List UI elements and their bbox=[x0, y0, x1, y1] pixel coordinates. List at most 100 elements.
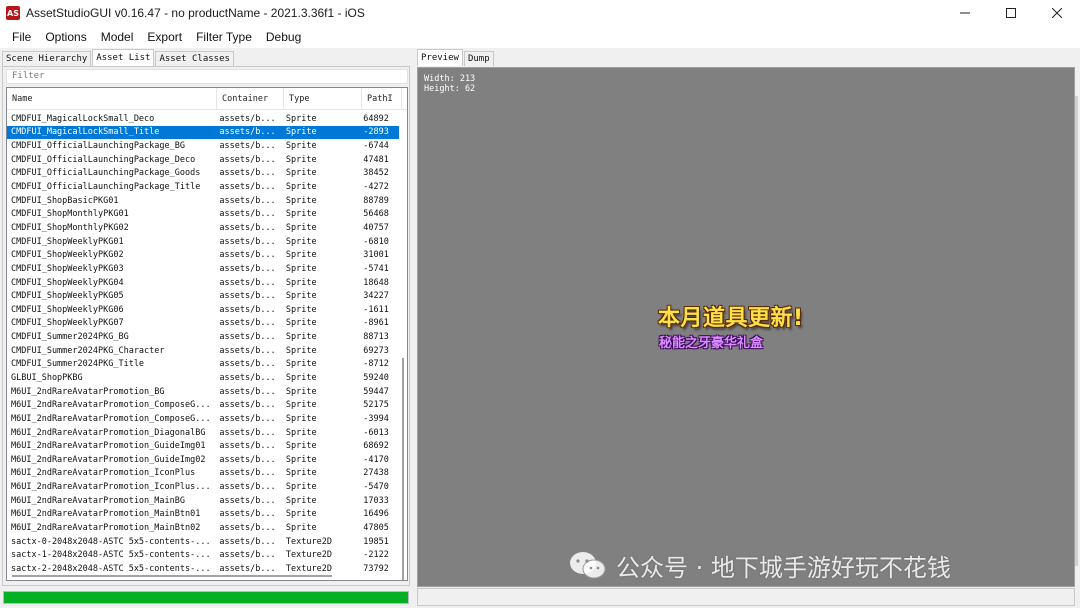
menu-filter-type[interactable]: Filter Type bbox=[189, 26, 259, 48]
cell-type: Sprite bbox=[285, 400, 317, 411]
asset-list[interactable]: Name Container Type PathI CMDFUI_Magical… bbox=[6, 87, 408, 581]
table-row[interactable]: CMDFUI_Summer2024PKG_Title assets/b... Spr… bbox=[7, 358, 399, 372]
cell-pathid: 47481 bbox=[363, 154, 389, 165]
table-row[interactable]: CMDFUI_ShopMonthlyPKG01 assets/b... Sprite… bbox=[7, 207, 399, 221]
vertical-scrollbar[interactable] bbox=[399, 110, 407, 580]
column-header-pathid[interactable]: PathI bbox=[362, 88, 402, 110]
table-row[interactable]: CMDFUI_ShopWeeklyPKG02 assets/b... Sprite 3… bbox=[7, 248, 399, 262]
cell-pathid: 56468 bbox=[363, 209, 389, 220]
table-row[interactable]: M6UI_2ndRareAvatarPromotion_BG assets/b..… bbox=[7, 385, 399, 399]
horizontal-scrollbar[interactable] bbox=[7, 572, 399, 580]
menu-export[interactable]: Export bbox=[140, 26, 189, 48]
tab-dump[interactable]: Dump bbox=[463, 51, 494, 66]
menu-options[interactable]: Options bbox=[38, 26, 93, 48]
close-button[interactable] bbox=[1034, 0, 1080, 26]
table-row[interactable]: CMDFUI_ShopWeeklyPKG03 assets/b... Sprite -… bbox=[7, 262, 399, 276]
cell-container: assets/b... bbox=[219, 195, 276, 206]
table-row[interactable]: CMDFUI_ShopWeeklyPKG05 assets/b... Sprite 3… bbox=[7, 289, 399, 303]
horizontal-scroll-thumb[interactable] bbox=[12, 575, 332, 577]
table-row[interactable]: CMDFUI_ShopWeeklyPKG06 assets/b... Sprite -… bbox=[7, 303, 399, 317]
cell-type: Sprite bbox=[285, 427, 317, 438]
cell-pathid: 34227 bbox=[363, 291, 389, 302]
table-row[interactable]: M6UI_2ndRareAvatarPromotion_IconPlus... a… bbox=[7, 480, 399, 494]
table-row[interactable]: CMDFUI_OfficialLaunchingPackage_BG assets… bbox=[7, 139, 399, 153]
table-row[interactable]: GLBUI_ShopPKBG assets/b... Sprite 59240 bbox=[7, 371, 399, 385]
table-row[interactable]: M6UI_2ndRareAvatarPromotion_GuideImg02 as… bbox=[7, 453, 399, 467]
cell-container: assets/b... bbox=[219, 222, 276, 233]
cell-name: CMDFUI_ShopWeeklyPKG03 bbox=[11, 263, 124, 274]
cell-pathid: 88789 bbox=[363, 195, 389, 206]
cell-pathid: 27438 bbox=[363, 468, 389, 479]
asset-list-panel: Filter Name Container Type PathI CMDFUI_… bbox=[2, 66, 410, 586]
tab-asset-list[interactable]: Asset List bbox=[92, 49, 155, 66]
table-row[interactable]: CMDFUI_OfficialLaunchingPackage_Goods ass… bbox=[7, 167, 399, 181]
table-row[interactable]: CMDFUI_ShopWeeklyPKG04 assets/b... Sprite 1… bbox=[7, 276, 399, 290]
close-icon bbox=[1052, 8, 1062, 18]
table-row[interactable]: M6UI_2ndRareAvatarPromotion_ComposeG... a… bbox=[7, 412, 399, 426]
cell-pathid: -6013 bbox=[363, 427, 389, 438]
maximize-button[interactable] bbox=[988, 0, 1034, 26]
cell-name: CMDFUI_MagicalLockSmall_Deco bbox=[11, 113, 155, 124]
cell-name: CMDFUI_OfficialLaunchingPackage_Title bbox=[11, 182, 201, 193]
table-row[interactable]: CMDFUI_Summer2024PKG_BG assets/b... Sprite… bbox=[7, 330, 399, 344]
table-row[interactable]: M6UI_2ndRareAvatarPromotion_MainBtn01 ass… bbox=[7, 508, 399, 522]
sprite-subtitle-text: 秘能之牙豪华礼盒 bbox=[659, 336, 764, 351]
cell-pathid: -6810 bbox=[363, 236, 389, 247]
column-header-type[interactable]: Type bbox=[284, 88, 362, 110]
table-row[interactable]: CMDFUI_Summer2024PKG_Character assets/b..… bbox=[7, 344, 399, 358]
cell-container: assets/b... bbox=[219, 386, 276, 397]
cell-pathid: 19851 bbox=[363, 536, 389, 547]
title-bar: AS AssetStudioGUI v0.16.47 - no productN… bbox=[0, 0, 1080, 26]
cell-name: sactx-0-2048x2048-ASTC 5x5-contents-... bbox=[11, 536, 211, 547]
tab-asset-classes[interactable]: Asset Classes bbox=[155, 51, 234, 66]
cell-type: Sprite bbox=[285, 168, 317, 179]
filter-input[interactable]: Filter bbox=[6, 69, 408, 84]
cell-name: CMDFUI_MagicalLockSmall_Title bbox=[11, 127, 160, 138]
table-row[interactable]: M6UI_2ndRareAvatarPromotion_IconPlus asse… bbox=[7, 467, 399, 481]
menu-file[interactable]: File bbox=[5, 26, 38, 48]
table-row[interactable]: CMDFUI_ShopWeeklyPKG07 assets/b... Sprite -… bbox=[7, 317, 399, 331]
cell-pathid: -4170 bbox=[363, 454, 389, 465]
table-row[interactable]: sactx-0-2048x2048-ASTC 5x5-contents-... a… bbox=[7, 535, 399, 549]
cell-container: assets/b... bbox=[219, 318, 276, 329]
cell-container: assets/b... bbox=[219, 509, 276, 520]
table-row[interactable]: sactx-1-2048x2048-ASTC 5x5-contents-... a… bbox=[7, 549, 399, 563]
tab-preview[interactable]: Preview bbox=[417, 49, 463, 66]
cell-name: M6UI_2ndRareAvatarPromotion_IconPlus... bbox=[11, 482, 211, 493]
preview-scrollbar[interactable] bbox=[1075, 96, 1078, 566]
cell-pathid: -4272 bbox=[363, 182, 389, 193]
list-header: Name Container Type PathI bbox=[7, 88, 407, 110]
cell-name: sactx-1-2048x2048-ASTC 5x5-contents-... bbox=[11, 550, 211, 561]
cell-pathid: -8712 bbox=[363, 359, 389, 370]
tab-scene-hierarchy[interactable]: Scene Hierarchy bbox=[2, 51, 92, 66]
table-row[interactable]: M6UI_2ndRareAvatarPromotion_MainBtn02 ass… bbox=[7, 521, 399, 535]
table-row[interactable]: M6UI_2ndRareAvatarPromotion_GuideImg01 as… bbox=[7, 439, 399, 453]
cell-name: M6UI_2ndRareAvatarPromotion_DiagonalBG bbox=[11, 427, 206, 438]
menu-model[interactable]: Model bbox=[94, 26, 141, 48]
vertical-scroll-thumb[interactable] bbox=[402, 358, 404, 580]
image-width: Width: 213 bbox=[424, 74, 476, 84]
cell-container: assets/b... bbox=[219, 468, 276, 479]
table-row[interactable]: M6UI_2ndRareAvatarPromotion_DiagonalBG as… bbox=[7, 426, 399, 440]
cell-container: assets/b... bbox=[219, 277, 276, 288]
cell-type: Sprite bbox=[285, 482, 317, 493]
minimize-button[interactable] bbox=[942, 0, 988, 26]
left-tabs: Scene Hierarchy Asset List Asset Classes bbox=[2, 49, 235, 66]
watermark-text: 公众号 · 地下城手游好玩不花钱 bbox=[616, 554, 951, 582]
table-row-selected[interactable]: CMDFUI_MagicalLockSmall_Title assets/b...… bbox=[7, 125, 399, 140]
cell-type: Sprite bbox=[285, 154, 317, 165]
table-row[interactable]: CMDFUI_MagicalLockSmall_Deco assets/b... S… bbox=[7, 112, 399, 126]
table-row[interactable]: CMDFUI_ShopMonthlyPKG02 assets/b... Sprite… bbox=[7, 221, 399, 235]
table-row[interactable]: M6UI_2ndRareAvatarPromotion_MainBG assets… bbox=[7, 494, 399, 508]
table-row[interactable]: M6UI_2ndRareAvatarPromotion_ComposeG... a… bbox=[7, 398, 399, 412]
table-row[interactable]: CMDFUI_OfficialLaunchingPackage_Title ass… bbox=[7, 180, 399, 194]
menu-debug[interactable]: Debug bbox=[259, 26, 308, 48]
cell-type: Sprite bbox=[285, 236, 317, 247]
table-row[interactable]: CMDFUI_ShopWeeklyPKG01 assets/b... Sprite -… bbox=[7, 235, 399, 249]
minimize-icon bbox=[960, 12, 970, 14]
column-header-container[interactable]: Container bbox=[217, 88, 284, 110]
table-row[interactable]: CMDFUI_OfficialLaunchingPackage_Deco asse… bbox=[7, 153, 399, 167]
column-header-name[interactable]: Name bbox=[7, 88, 217, 110]
table-row[interactable]: CMDFUI_ShopBasicPKG01 assets/b... Sprite 88… bbox=[7, 194, 399, 208]
cell-pathid: 64892 bbox=[363, 113, 389, 124]
